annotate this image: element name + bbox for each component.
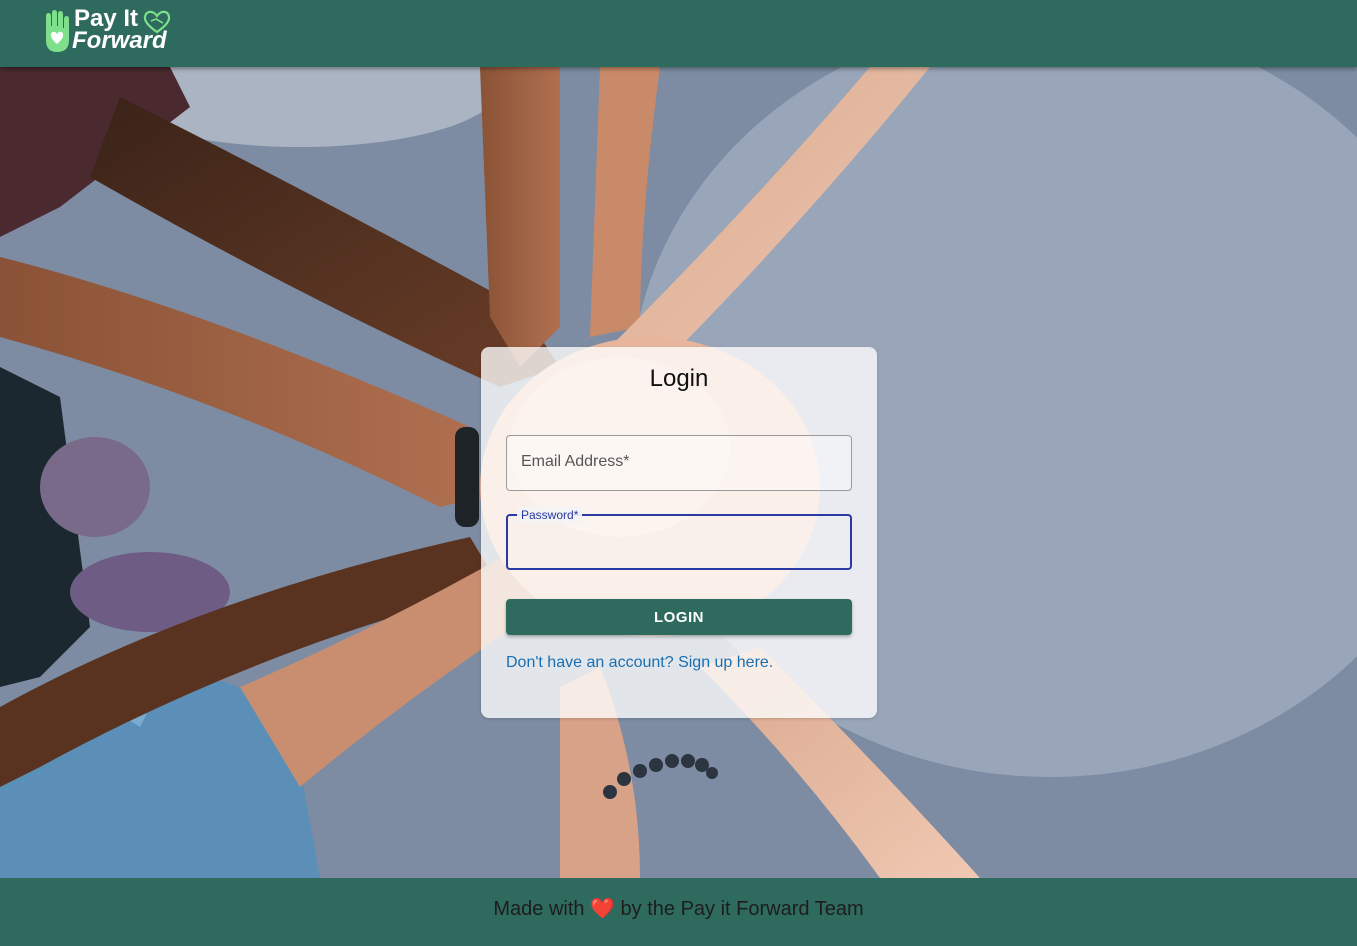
handshake-heart-icon [143, 10, 171, 34]
login-title: Login [649, 365, 709, 392]
email-field[interactable]: Email Address* [506, 435, 852, 491]
email-input[interactable] [507, 436, 851, 490]
login-card: Login Email Address* Password* LOGIN Don… [481, 347, 877, 718]
password-input[interactable] [508, 516, 850, 568]
hand-heart-icon [46, 10, 69, 52]
login-button[interactable]: LOGIN [506, 599, 852, 635]
app-header: Pay It Forward [0, 0, 1357, 67]
app-footer: Made with ❤️ by the Pay it Forward Team [0, 878, 1357, 946]
signup-link[interactable]: Don't have an account? Sign up here. [506, 654, 773, 672]
footer-credit: Made with ❤️ by the Pay it Forward Team [493, 898, 864, 920]
heart-icon: ❤️ [590, 898, 615, 920]
pay-it-forward-logo[interactable]: Pay It Forward [42, 6, 182, 58]
password-field[interactable]: Password* [506, 507, 852, 570]
